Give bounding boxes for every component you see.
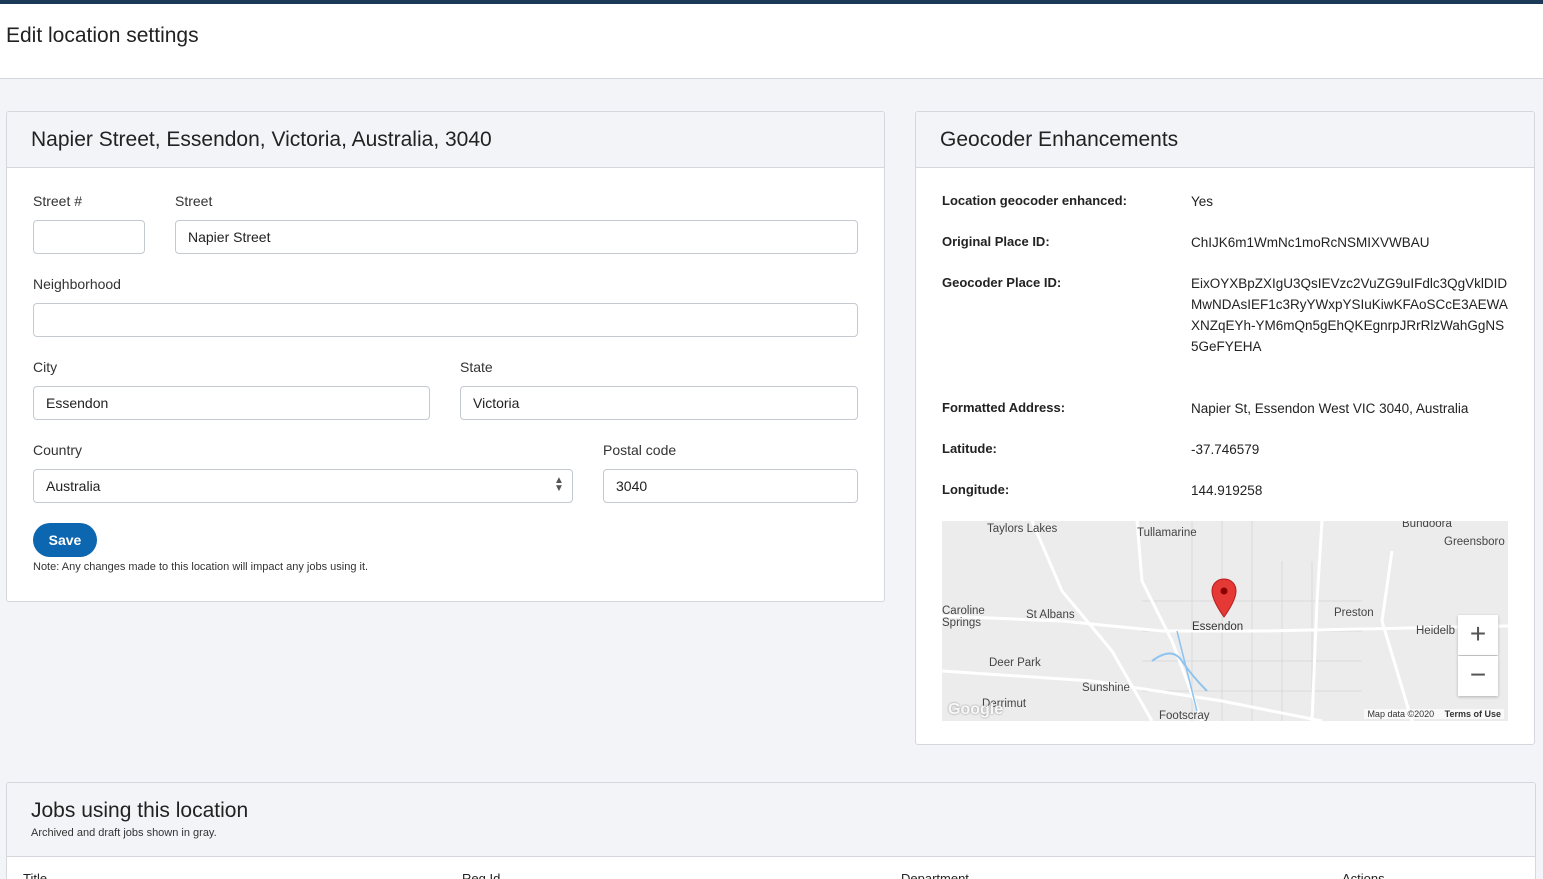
street-label: Street: [175, 193, 213, 209]
city-input[interactable]: Essendon: [33, 386, 430, 420]
google-logo: Google: [948, 701, 1004, 718]
save-note: Note: Any changes made to this location …: [33, 561, 369, 573]
state-label: State: [460, 359, 493, 375]
city-label: City: [33, 359, 58, 375]
neighborhood-input[interactable]: [33, 303, 858, 337]
geo-value: EixOYXBpZXIgU3QsIEVzc2VuZG9uIFdlc3QgVklD…: [1191, 276, 1508, 354]
save-button[interactable]: Save: [33, 523, 97, 557]
country-select-value: Australia: [46, 478, 101, 494]
country-label: Country: [33, 442, 83, 458]
map-label-essendon: Essendon: [1192, 621, 1244, 633]
geo-key: Location geocoder enhanced:: [942, 193, 1127, 208]
geo-value: -37.746579: [1191, 442, 1260, 457]
address-card: Napier Street, Essendon, Victoria, Austr…: [6, 111, 885, 602]
column-header-title[interactable]: Title: [23, 871, 47, 879]
street-input[interactable]: Napier Street: [175, 220, 858, 254]
geocoder-card: Geocoder Enhancements Location geocoder …: [915, 111, 1535, 745]
geo-key: Formatted Address:: [942, 400, 1066, 415]
geo-value: Napier St, Essendon West VIC 3040, Austr…: [1191, 401, 1469, 416]
geo-key: Longitude:: [942, 482, 1010, 497]
map-label: Heidelb: [1416, 625, 1455, 637]
select-arrows-icon: ▲ ▼: [554, 475, 564, 494]
map-label: Greensboro: [1444, 536, 1505, 548]
map-label: Sunshine: [1082, 682, 1130, 694]
geo-key: Geocoder Place ID:: [942, 275, 1062, 290]
geo-value: 144.919258: [1191, 483, 1263, 498]
neighborhood-label: Neighborhood: [33, 276, 121, 292]
jobs-card-header: Jobs using this location Archived and dr…: [7, 783, 1535, 857]
zoom-out-button[interactable]: −: [1458, 656, 1498, 696]
postal-code-input[interactable]: 3040: [603, 469, 858, 503]
map-label: Preston: [1334, 607, 1374, 619]
address-card-header: Napier Street, Essendon, Victoria, Austr…: [7, 112, 884, 168]
postal-code-label: Postal code: [603, 442, 677, 458]
geo-value: Yes: [1191, 194, 1214, 209]
zoom-in-button[interactable]: +: [1458, 615, 1498, 655]
location-map[interactable]: Taylors Lakes Tullamarine Bundoora Green…: [942, 521, 1508, 721]
state-input[interactable]: Victoria: [460, 386, 858, 420]
geo-key: Original Place ID:: [942, 234, 1050, 249]
map-label: Footscray: [1159, 710, 1210, 721]
jobs-card-subtitle: Archived and draft jobs shown in gray.: [31, 827, 217, 839]
geocoder-card-title: Geocoder Enhancements: [940, 127, 1179, 151]
map-label: St Albans: [1026, 609, 1075, 621]
map-label: Tullamarine: [1137, 527, 1197, 539]
jobs-card: Jobs using this location Archived and dr…: [6, 782, 1536, 879]
column-header-department[interactable]: Department: [901, 871, 969, 879]
terms-of-use-link[interactable]: Terms of Use: [1445, 709, 1501, 719]
map-label: Caroline Springs: [942, 605, 985, 629]
page-header: Edit location settings: [0, 4, 1543, 79]
geocoder-card-header: Geocoder Enhancements: [916, 112, 1534, 168]
map-label: Deer Park: [989, 657, 1041, 669]
geo-key: Latitude:: [942, 441, 997, 456]
column-header-req-id[interactable]: Req Id: [462, 871, 500, 879]
page-title: Edit location settings: [6, 24, 199, 47]
map-label: Bundoora: [1402, 521, 1452, 530]
geo-value: ChIJK6m1WmNc1moRcNSMIXVWBAU: [1191, 235, 1430, 250]
jobs-card-title: Jobs using this location: [31, 799, 249, 822]
map-data-attribution: Map data ©2020: [1367, 709, 1435, 719]
street-number-input[interactable]: [33, 220, 145, 254]
column-header-actions: Actions: [1342, 871, 1385, 879]
address-card-title: Napier Street, Essendon, Victoria, Austr…: [31, 127, 492, 151]
country-select[interactable]: Australia ▲ ▼: [33, 469, 573, 503]
street-number-label: Street #: [33, 193, 83, 209]
map-footer: Map data ©2020 Terms of Use: [1364, 709, 1504, 719]
map-label: Taylors Lakes: [987, 523, 1058, 535]
